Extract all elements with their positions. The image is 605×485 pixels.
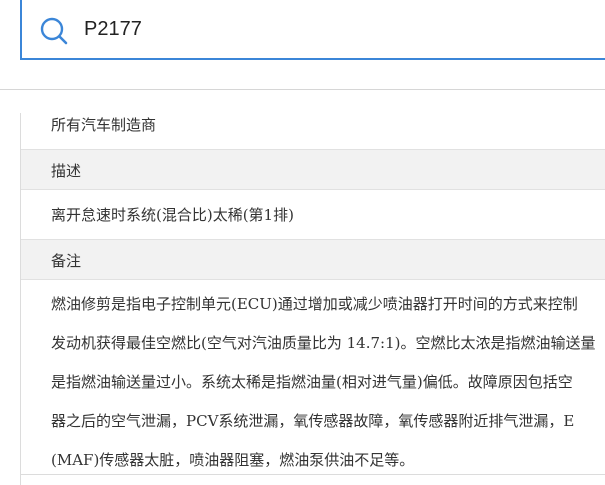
search-icon[interactable] [40,17,68,45]
remarks-value-row: 燃油修剪是指电子控制单元(ECU)通过增加或减少喷油器打开时间的方式来控制 发动… [21,280,605,475]
remarks-text: 燃油修剪是指电子控制单元(ECU)通过增加或减少喷油器打开时间的方式来控制 发动… [51,285,605,480]
remarks-label: 备注 [51,252,82,270]
remarks-line: (MAF)传感器太脏，喷油器阻塞，燃油泵供油不足等。 [51,451,415,469]
remarks-line: 是指燃油输送量过小。系统太稀是指燃油量(相对进气量)偏低。故障原因包括空 [51,373,573,391]
code-details-panel: 所有汽车制造商 描述 离开怠速时系统(混合比)太稀(第1排) 备注 燃油修剪是指… [20,113,605,485]
search-input[interactable] [82,0,602,58]
remarks-line: 燃油修剪是指电子控制单元(ECU)通过增加或减少喷油器打开时间的方式来控制 [51,295,578,313]
manufacturer-value: 所有汽车制造商 [51,116,157,134]
description-header-row: 描述 [21,150,605,190]
divider [0,89,605,90]
remarks-header-row: 备注 [21,240,605,280]
manufacturer-row: 所有汽车制造商 [21,113,605,150]
description-label: 描述 [51,162,82,180]
description-value: 离开怠速时系统(混合比)太稀(第1排) [51,206,294,224]
description-value-row: 离开怠速时系统(混合比)太稀(第1排) [21,190,605,240]
search-box[interactable] [20,0,605,60]
remarks-line: 发动机获得最佳空燃比(空气对汽油质量比为 14.7:1)。空燃比太浓是指燃油输送… [51,334,596,352]
remarks-line: 器之后的空气泄漏，PCV系统泄漏，氧传感器故障，氧传感器附近排气泄漏，E [51,412,575,430]
